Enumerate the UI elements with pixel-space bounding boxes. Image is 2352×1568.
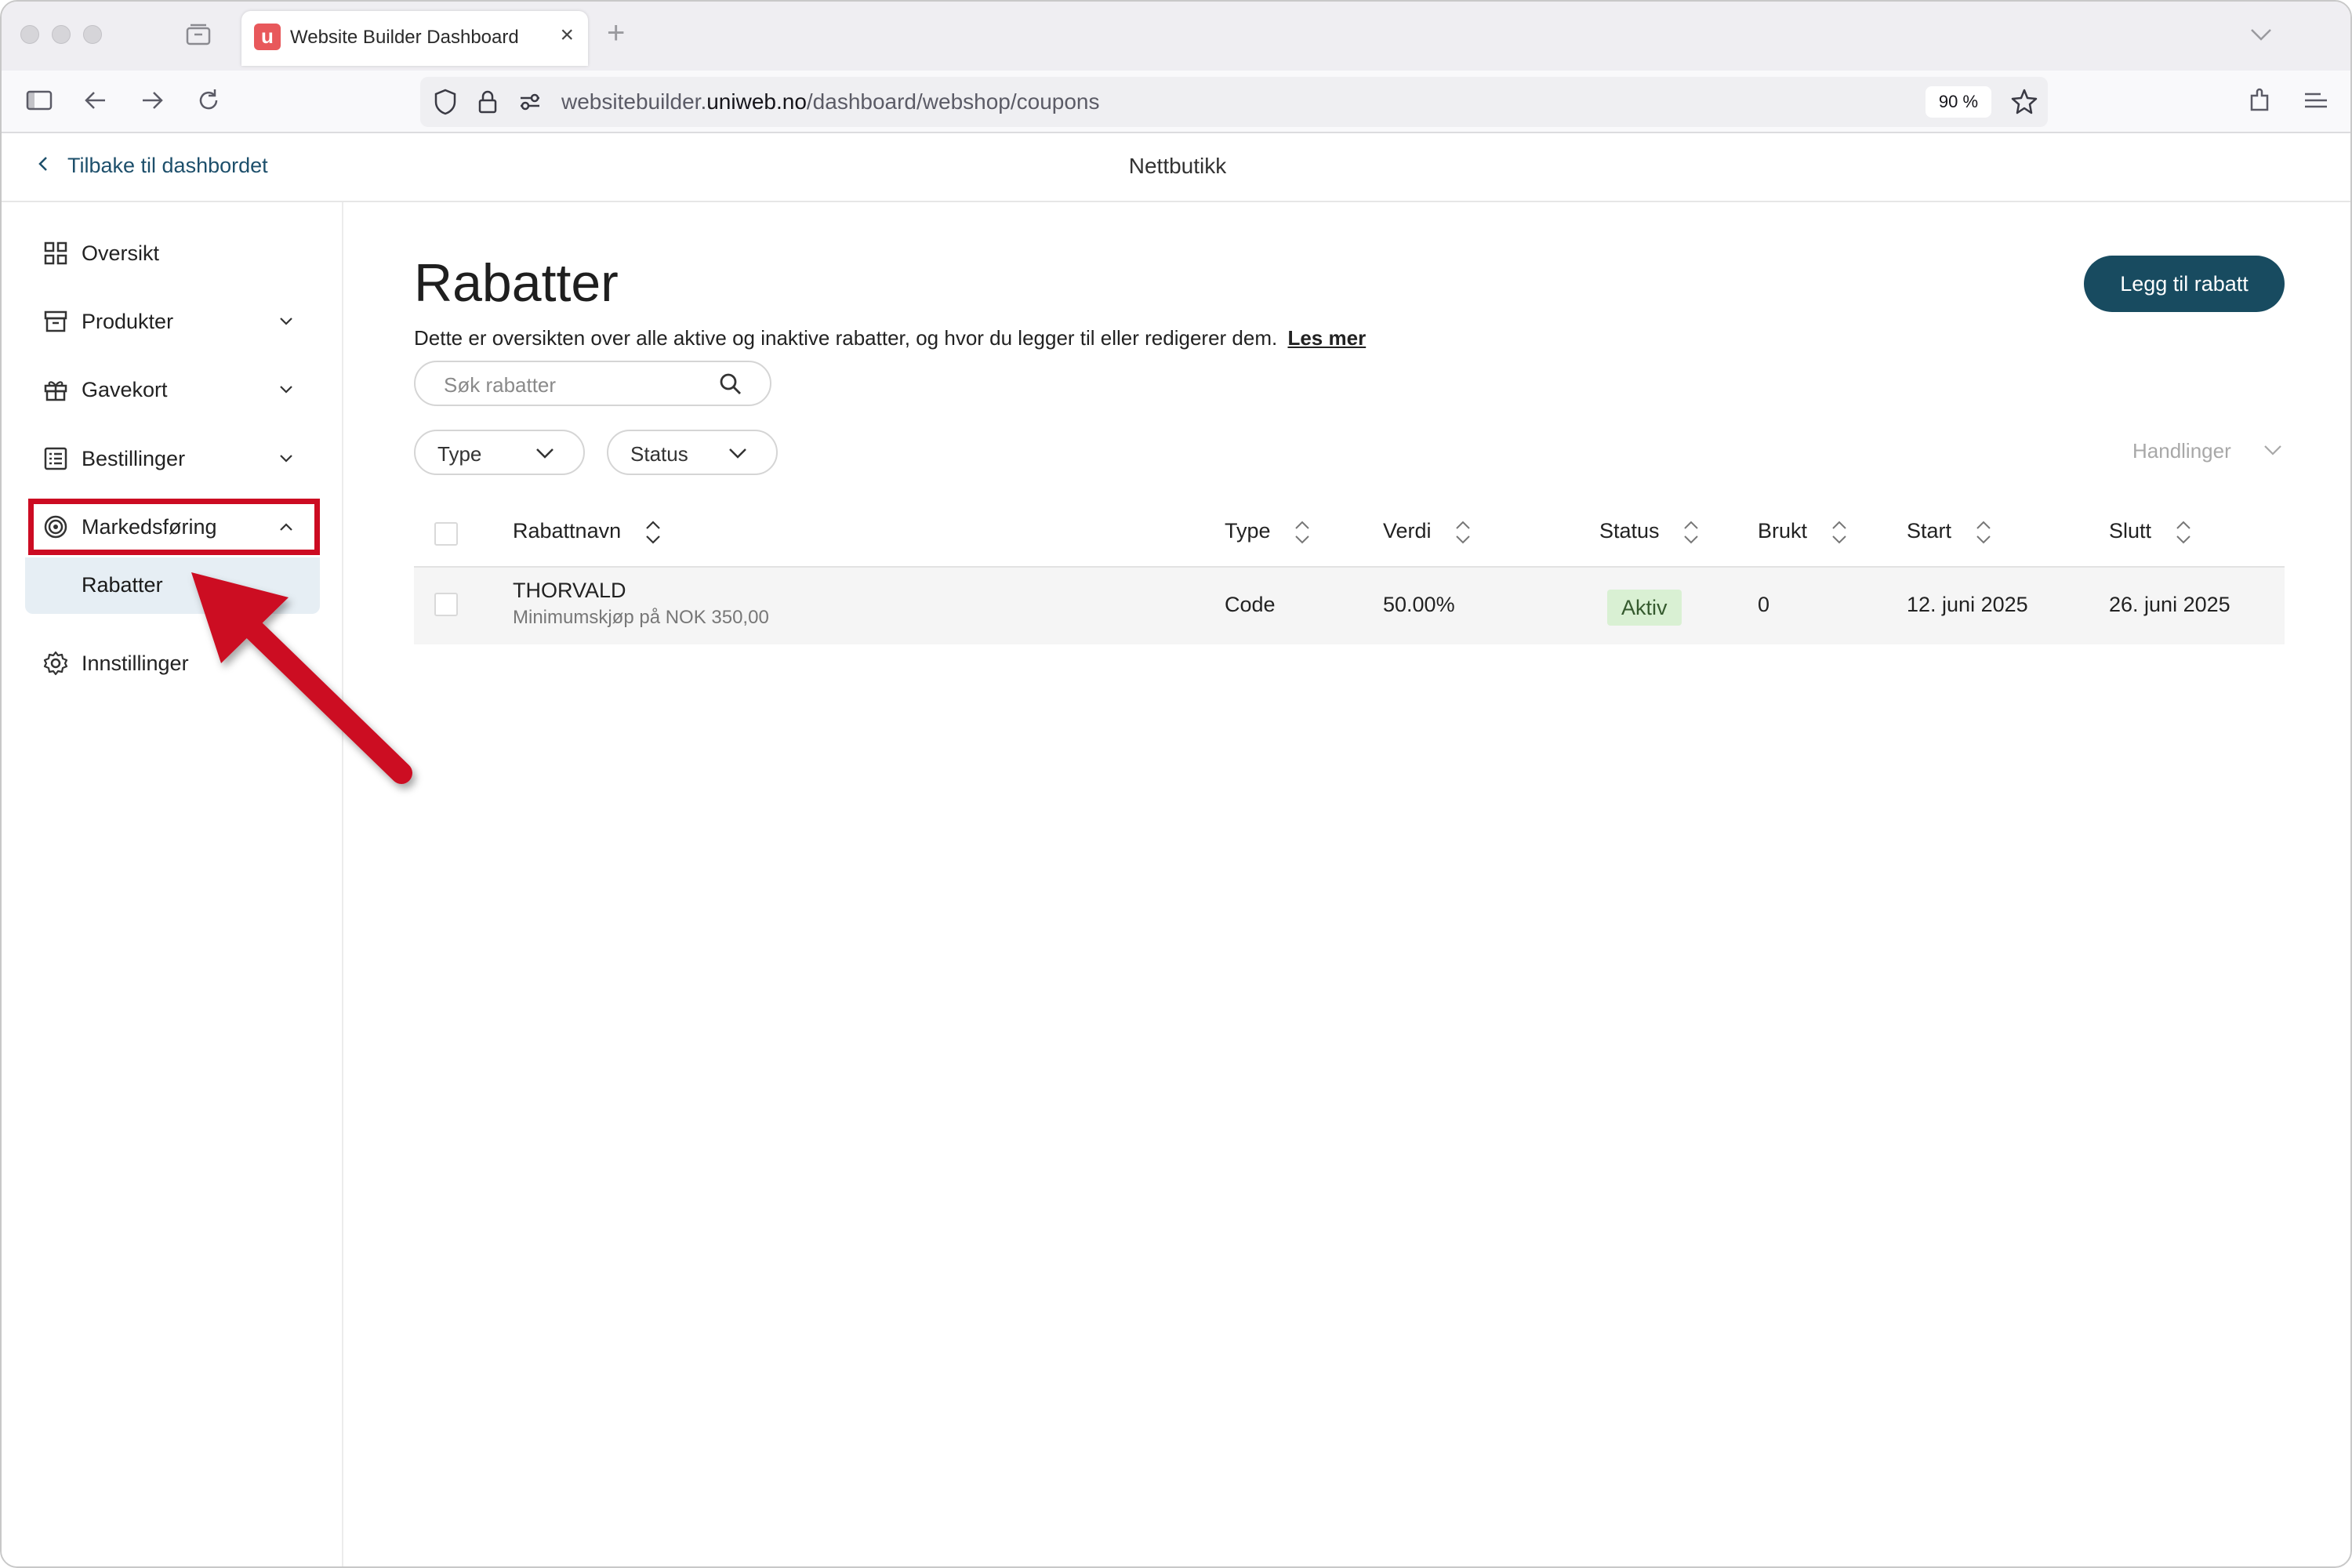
sidebar: Oversikt Produkter Gavekort Bestillinger… (2, 202, 412, 1566)
sidebar-subitem-label: Rabatter (82, 573, 163, 597)
column-label: Start (1907, 519, 1952, 543)
column-header-start[interactable]: Start (1907, 519, 1992, 546)
search-placeholder: Søk rabatter (444, 373, 557, 397)
bookmark-star-icon[interactable] (2009, 86, 2040, 118)
search-icon[interactable] (718, 372, 743, 397)
gear-icon (43, 651, 68, 676)
tab-title: Website Builder Dashboard (290, 27, 519, 48)
page-description: Dette er oversikten over alle aktive og … (414, 326, 1366, 350)
coupon-end-date: 26. juni 2025 (2109, 593, 2230, 616)
sort-icon[interactable] (644, 519, 662, 546)
sort-icon[interactable] (1682, 519, 1700, 546)
sidebar-item-label: Innstillinger (82, 652, 189, 675)
list-icon (44, 447, 67, 470)
column-label: Status (1599, 519, 1660, 543)
filter-label: Status (630, 442, 688, 466)
sort-icon[interactable] (1831, 519, 1848, 546)
lock-icon[interactable] (472, 86, 503, 118)
sort-icon[interactable] (1294, 519, 1311, 546)
sidebar-toggle-icon[interactable] (24, 85, 55, 116)
column-header-brukt[interactable]: Brukt (1758, 519, 1848, 546)
new-tab-icon[interactable]: + (607, 16, 625, 51)
app-header: Tilbake til dashbordet Nettbutikk (2, 133, 2350, 202)
extensions-icon[interactable] (2244, 85, 2275, 116)
zoom-window-button[interactable] (83, 25, 102, 44)
coupon-name[interactable]: THORVALD (513, 579, 626, 603)
actions-label: Handlinger (2132, 439, 2231, 463)
close-window-button[interactable] (20, 25, 39, 44)
gift-icon (44, 381, 67, 401)
column-header-verdi[interactable]: Verdi (1383, 519, 1472, 546)
page-title: Rabatter (414, 253, 619, 313)
sort-icon[interactable] (1975, 519, 1992, 546)
browser-window: u Website Builder Dashboard × + websiteb… (0, 0, 2352, 1568)
read-more-link[interactable]: Les mer (1287, 326, 1366, 350)
row-checkbox[interactable] (434, 593, 458, 616)
site-settings-icon[interactable] (514, 86, 546, 118)
navigation-toolbar: websitebuilder.uniweb.no/dashboard/websh… (2, 71, 2350, 133)
address-bar[interactable]: websitebuilder.uniweb.no/dashboard/websh… (420, 77, 2048, 127)
table-header: Rabattnavn Type Verdi Status Brukt Start (414, 499, 2285, 568)
coupon-start-date: 12. juni 2025 (1907, 593, 2028, 616)
column-header-type[interactable]: Type (1225, 519, 1311, 546)
zoom-level-badge[interactable]: 90 % (1926, 86, 1991, 118)
main-content: Rabatter Dette er oversikten over alle a… (345, 202, 2350, 1566)
column-header-slutt[interactable]: Slutt (2109, 519, 2192, 546)
back-arrow-icon[interactable] (80, 85, 111, 116)
column-header-status[interactable]: Status (1599, 519, 1700, 546)
grid-icon (44, 241, 67, 265)
close-icon[interactable]: × (560, 22, 574, 49)
actions-dropdown[interactable]: Handlinger (2132, 439, 2281, 463)
highlight-box-annotation (28, 499, 320, 555)
filter-label: Type (437, 442, 482, 466)
chevron-down-icon (536, 448, 554, 459)
column-label: Type (1225, 519, 1271, 543)
tab-groups-icon[interactable] (185, 22, 212, 47)
sort-icon[interactable] (1454, 519, 1472, 546)
column-label: Rabattnavn (513, 519, 622, 543)
shield-icon[interactable] (430, 86, 461, 118)
column-label: Verdi (1383, 519, 1432, 543)
reload-icon[interactable] (193, 85, 224, 116)
coupon-type: Code (1225, 593, 1276, 616)
sidebar-item-label: Bestillinger (82, 447, 186, 470)
sidebar-item-produkter[interactable]: Produkter (30, 292, 312, 350)
type-filter-dropdown[interactable]: Type (414, 430, 585, 475)
chevron-down-icon (729, 448, 746, 459)
coupon-subtitle: Minimumskjøp på NOK 350,00 (513, 607, 769, 628)
tab-bar: u Website Builder Dashboard × + (2, 2, 2350, 71)
archive-box-icon (44, 310, 67, 332)
sidebar-item-label: Produkter (82, 310, 174, 333)
select-all-checkbox[interactable] (434, 522, 458, 546)
active-tab[interactable]: u Website Builder Dashboard × (241, 11, 588, 66)
chevron-down-icon (2264, 445, 2281, 456)
url-text[interactable]: websitebuilder.uniweb.no/dashboard/websh… (561, 89, 1100, 114)
sidebar-item-gavekort[interactable]: Gavekort (30, 361, 312, 419)
favicon-icon: u (254, 24, 281, 50)
minimize-window-button[interactable] (52, 25, 71, 44)
add-coupon-button[interactable]: Legg til rabatt (2084, 256, 2285, 312)
status-filter-dropdown[interactable]: Status (607, 430, 778, 475)
sidebar-item-oversikt[interactable]: Oversikt (30, 224, 312, 282)
forward-arrow-icon[interactable] (136, 85, 168, 116)
sidebar-item-bestillinger[interactable]: Bestillinger (30, 430, 312, 488)
sidebar-item-label: Gavekort (82, 378, 168, 401)
column-label: Slutt (2109, 519, 2152, 543)
chevron-down-icon[interactable] (2247, 20, 2275, 49)
page-section-title: Nettbutikk (1128, 154, 1227, 178)
description-text: Dette er oversikten over alle aktive og … (414, 326, 1278, 350)
menu-icon[interactable] (2300, 85, 2332, 116)
table-row[interactable]: THORVALD Minimumskjøp på NOK 350,00 Code… (414, 568, 2285, 644)
sort-icon[interactable] (2175, 519, 2192, 546)
sidebar-item-label: Oversikt (82, 241, 160, 265)
coupon-value: 50.00% (1383, 593, 1455, 616)
column-header-rabattnavn[interactable]: Rabattnavn (513, 519, 662, 546)
chevron-down-icon (280, 318, 292, 325)
coupon-used: 0 (1758, 593, 1770, 616)
column-label: Brukt (1758, 519, 1808, 543)
chevron-down-icon (280, 386, 292, 394)
search-input[interactable]: Søk rabatter (414, 361, 771, 406)
chevron-down-icon (280, 455, 292, 463)
status-badge: Aktiv (1607, 590, 1682, 626)
